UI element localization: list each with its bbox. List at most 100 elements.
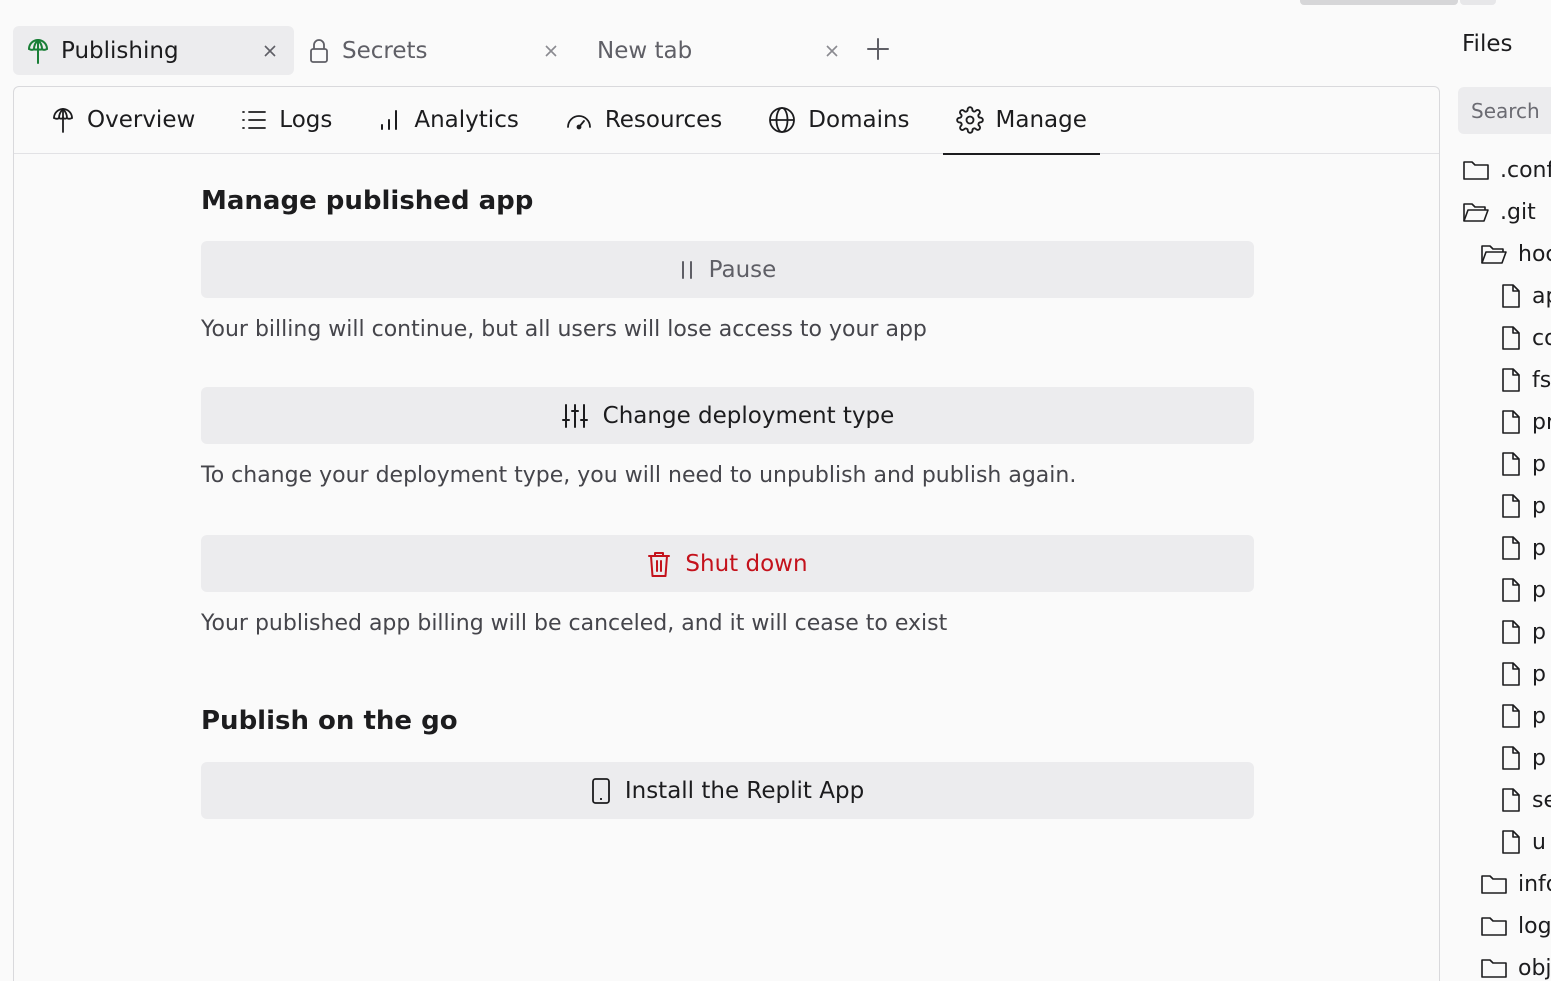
- folder-icon: [1480, 872, 1518, 896]
- manage-section-title: Manage published app: [201, 186, 534, 216]
- install-app-label: Install the Replit App: [624, 777, 865, 804]
- subnav-manage[interactable]: Manage: [942, 87, 1101, 155]
- file-tree-file[interactable]: p: [1500, 737, 1546, 779]
- file-tree-file[interactable]: fs: [1500, 359, 1551, 401]
- file-tree-file[interactable]: p: [1500, 653, 1546, 695]
- manage-content: Manage published app Pause Your billing …: [201, 181, 1254, 819]
- files-title: Files: [1462, 31, 1513, 57]
- file-tree-label: .conf: [1500, 157, 1551, 183]
- file-tree-file[interactable]: p: [1500, 443, 1546, 485]
- tab-label: Secrets: [342, 37, 428, 64]
- file-tree-folder[interactable]: info: [1480, 863, 1551, 905]
- file-tree-label: .git: [1500, 199, 1536, 225]
- file-icon: [1500, 325, 1532, 351]
- file-icon: [1500, 619, 1532, 645]
- top-scrollbar[interactable]: [1300, 0, 1458, 5]
- publishing-panel: Overview Logs Analytics Resources Domain…: [13, 86, 1440, 981]
- lock-icon: [306, 38, 332, 64]
- file-tree-file[interactable]: p: [1500, 485, 1546, 527]
- file-tree-label: p: [1532, 535, 1546, 561]
- file-tree-file[interactable]: u: [1500, 821, 1546, 863]
- close-icon[interactable]: [260, 41, 280, 61]
- folder-icon: [1480, 914, 1518, 938]
- file-tree-folder[interactable]: log: [1480, 905, 1551, 947]
- subnav-analytics[interactable]: Analytics: [365, 87, 531, 154]
- tab-new[interactable]: New tab: [575, 26, 856, 75]
- file-tree-label: u: [1532, 829, 1546, 855]
- new-tab-button[interactable]: [856, 29, 900, 73]
- file-tree-file[interactable]: p: [1500, 527, 1546, 569]
- file-icon: [1500, 787, 1532, 813]
- trash-icon: [648, 551, 671, 577]
- shut-down-button[interactable]: Shut down: [201, 535, 1254, 592]
- subnav-domains[interactable]: Domains: [755, 87, 922, 154]
- file-tree-folder[interactable]: obj: [1480, 947, 1551, 981]
- file-icon: [1500, 493, 1532, 519]
- folder-open-icon: [1462, 200, 1500, 224]
- pause-button[interactable]: Pause: [201, 241, 1254, 298]
- file-tree-folder[interactable]: hoc: [1480, 233, 1551, 275]
- file-tree-label: hoc: [1518, 241, 1551, 267]
- globe-icon: [769, 107, 796, 133]
- file-tree-file[interactable]: p: [1500, 569, 1546, 611]
- file-tree-label: ap: [1532, 283, 1551, 309]
- sliders-icon: [561, 403, 588, 428]
- close-icon[interactable]: [541, 41, 561, 61]
- close-icon[interactable]: [822, 41, 842, 61]
- file-icon: [1500, 409, 1532, 435]
- file-tree-label: p: [1532, 493, 1546, 519]
- file-tree-label: pr: [1532, 409, 1551, 435]
- file-tree-label: se: [1532, 787, 1551, 813]
- subnav-logs[interactable]: Logs: [228, 87, 345, 154]
- publishing-icon: [53, 108, 73, 133]
- file-tree-file[interactable]: p: [1500, 695, 1546, 737]
- file-icon: [1500, 367, 1532, 393]
- tab-publishing[interactable]: Publishing: [13, 26, 294, 75]
- file-icon: [1500, 451, 1532, 477]
- file-tree-label: p: [1532, 619, 1546, 645]
- file-tree-label: info: [1518, 871, 1551, 897]
- folder-open-icon: [1480, 242, 1518, 266]
- list-icon: [242, 111, 267, 129]
- file-tree-label: log: [1518, 913, 1551, 939]
- publishing-subnav: Overview Logs Analytics Resources Domain…: [14, 87, 1439, 155]
- subnav-resources[interactable]: Resources: [552, 87, 735, 154]
- files-search-input[interactable]: [1458, 87, 1551, 134]
- phone-icon: [591, 777, 610, 804]
- plus-icon: [866, 37, 890, 65]
- folder-icon: [1462, 158, 1500, 182]
- subnav-overview[interactable]: Overview: [38, 87, 208, 154]
- tab-label: New tab: [597, 37, 693, 64]
- file-tree-folder[interactable]: .git: [1462, 191, 1536, 233]
- shut-down-description: Your published app billing will be cance…: [201, 611, 948, 636]
- change-deployment-type-button[interactable]: Change deployment type: [201, 387, 1254, 444]
- file-icon: [1500, 703, 1532, 729]
- file-tree-folder[interactable]: .conf: [1462, 149, 1551, 191]
- file-icon: [1500, 745, 1532, 771]
- file-tree-file[interactable]: se: [1500, 779, 1551, 821]
- gauge-icon: [566, 115, 591, 130]
- file-icon: [1500, 283, 1532, 309]
- file-tree-file[interactable]: pr: [1500, 401, 1551, 443]
- file-icon: [1500, 535, 1532, 561]
- file-tree-file[interactable]: p: [1500, 611, 1546, 653]
- subnav-label: Resources: [604, 107, 723, 133]
- folder-icon: [1480, 956, 1518, 980]
- pause-label: Pause: [708, 256, 777, 283]
- file-tree-file[interactable]: co: [1500, 317, 1551, 359]
- pause-icon: [681, 260, 692, 279]
- file-tree-label: p: [1532, 661, 1546, 687]
- subnav-label: Manage: [995, 107, 1087, 133]
- file-tree-label: p: [1532, 745, 1546, 771]
- file-tree-file[interactable]: ap: [1500, 275, 1551, 317]
- publish-on-the-go-title: Publish on the go: [201, 706, 458, 736]
- tab-secrets[interactable]: Secrets: [294, 26, 575, 75]
- file-tree-label: p: [1532, 703, 1546, 729]
- bar-chart-icon: [381, 110, 398, 130]
- subnav-label: Overview: [87, 107, 196, 133]
- shut-down-label: Shut down: [685, 550, 808, 577]
- change-deployment-label: Change deployment type: [602, 402, 895, 429]
- file-tree-label: p: [1532, 577, 1546, 603]
- install-replit-app-button[interactable]: Install the Replit App: [201, 762, 1254, 819]
- tab-label: Publishing: [61, 37, 179, 64]
